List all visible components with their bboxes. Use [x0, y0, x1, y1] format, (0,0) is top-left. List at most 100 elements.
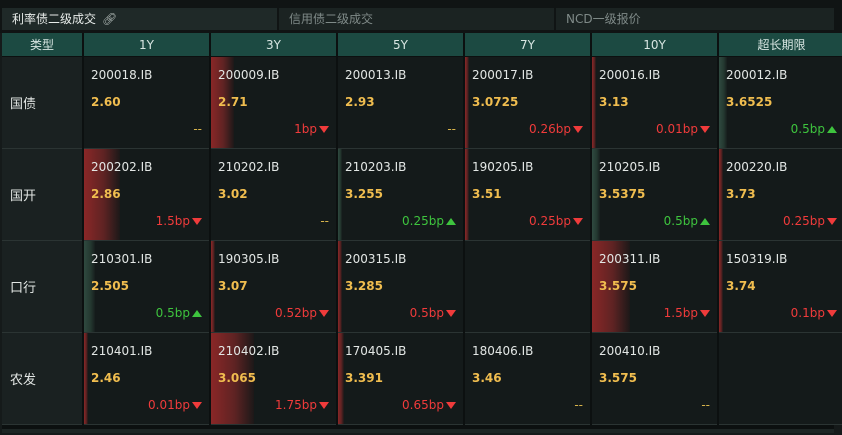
bond-code: 200315.IB [345, 252, 407, 266]
horizontal-scrollbar[interactable] [2, 429, 834, 433]
bond-yield: 2.505 [91, 279, 129, 293]
yield-change: 0.52bp [275, 306, 329, 320]
tab-rate-bond-trades[interactable]: 利率债二级成交 🔗︎ [2, 8, 277, 30]
arrow-down-icon [700, 126, 710, 133]
bond-yield: 3.285 [345, 279, 383, 293]
bond-yield: 3.02 [218, 187, 248, 201]
bond-yield: 2.93 [345, 95, 375, 109]
tab-label: 信用债二级成交 [289, 12, 374, 26]
arrow-up-icon [700, 218, 710, 225]
tab-credit-bond-trades[interactable]: 信用债二级成交 [279, 8, 554, 30]
bond-yield: 3.575 [599, 279, 637, 293]
bond-code: 200009.IB [218, 68, 280, 82]
column-header-ultra-long: 超长期限 [719, 33, 842, 57]
yield-change-value: 0.25bp [783, 214, 825, 228]
bond-code: 210402.IB [218, 344, 280, 358]
bond-cell[interactable]: 210203.IB 3.255 0.25bp [338, 149, 463, 241]
arrow-down-icon [319, 402, 329, 409]
bond-cell[interactable]: 200018.IB 2.60 -- [84, 57, 209, 149]
bond-cell[interactable]: 200009.IB 2.71 1bp [211, 57, 336, 149]
bond-yield: 3.391 [345, 371, 383, 385]
bond-cell[interactable]: 200017.IB 3.0725 0.26bp [465, 57, 590, 149]
arrow-down-icon [319, 126, 329, 133]
bond-cell[interactable]: 210301.IB 2.505 0.5bp [84, 241, 209, 333]
column-header-1y: 1Y [84, 33, 209, 57]
bond-cell[interactable]: 190205.IB 3.51 0.25bp [465, 149, 590, 241]
bond-cell[interactable]: 200202.IB 2.86 1.5bp [84, 149, 209, 241]
yield-change: 0.5bp [664, 214, 710, 228]
yield-change: 0.25bp [783, 214, 837, 228]
yield-change-value: 1.75bp [275, 398, 317, 412]
change-intensity-bar [592, 57, 596, 148]
column-header-5y: 5Y [338, 33, 463, 57]
yield-change: -- [701, 398, 710, 412]
bond-yield: 3.065 [218, 371, 256, 385]
bond-cell[interactable]: 200410.IB 3.575 -- [592, 333, 717, 425]
bond-cell[interactable]: 210202.IB 3.02 -- [211, 149, 336, 241]
bond-cell[interactable]: 200311.IB 3.575 1.5bp [592, 241, 717, 333]
yield-change: 0.25bp [402, 214, 456, 228]
bond-matrix: 类型 1Y 3Y 5Y 7Y 10Y 超长期限 国债 200018.IB 2.60 -… [2, 33, 842, 429]
bond-cell[interactable]: 150319.IB 3.74 0.1bp [719, 241, 842, 333]
link-icon[interactable]: 🔗︎ [102, 8, 117, 30]
bond-cell[interactable]: 210401.IB 2.46 0.01bp [84, 333, 209, 425]
bond-yield: 3.255 [345, 187, 383, 201]
bond-cell[interactable]: 200315.IB 3.285 0.5bp [338, 241, 463, 333]
yield-change-value: 0.26bp [529, 122, 571, 136]
arrow-down-icon [192, 402, 202, 409]
arrow-down-icon [192, 218, 202, 225]
yield-change-value: 0.5bp [409, 306, 444, 320]
bond-code: 200016.IB [599, 68, 661, 82]
bond-cell[interactable]: 200220.IB 3.73 0.25bp [719, 149, 842, 241]
bond-code: 200220.IB [726, 160, 788, 174]
yield-change-value: 1bp [294, 122, 317, 136]
bond-cell[interactable]: 180406.IB 3.46 -- [465, 333, 590, 425]
yield-change-value: 0.1bp [790, 306, 825, 320]
bond-code: 200017.IB [472, 68, 534, 82]
change-intensity-bar [211, 241, 215, 332]
change-intensity-bar [465, 149, 469, 240]
bond-yield: 2.46 [91, 371, 121, 385]
bond-cell[interactable]: 200013.IB 2.93 -- [338, 57, 463, 149]
bond-yield: 3.13 [599, 95, 629, 109]
arrow-up-icon [192, 310, 202, 317]
arrow-down-icon [700, 310, 710, 317]
change-intensity-bar [84, 333, 88, 424]
tab-ncd-quotes[interactable]: NCD一级报价 [556, 8, 834, 30]
row-label: 口行 [2, 241, 82, 333]
bond-cell[interactable]: 210205.IB 3.5375 0.5bp [592, 149, 717, 241]
yield-change: 0.5bp [156, 306, 202, 320]
arrow-down-icon [573, 126, 583, 133]
yield-change: -- [320, 214, 329, 228]
bond-code: 200410.IB [599, 344, 661, 358]
bond-cell [719, 333, 842, 425]
bond-code: 210205.IB [599, 160, 661, 174]
yield-change-value: -- [574, 398, 583, 412]
bond-code: 180406.IB [472, 344, 534, 358]
yield-change: 1.5bp [156, 214, 202, 228]
yield-change-value: 0.52bp [275, 306, 317, 320]
column-header-10y: 10Y [592, 33, 717, 57]
yield-change: 1.5bp [664, 306, 710, 320]
bond-yield: 3.0725 [472, 95, 519, 109]
bond-code: 190205.IB [472, 160, 534, 174]
bond-yield: 3.46 [472, 371, 502, 385]
bond-yield: 2.60 [91, 95, 121, 109]
bond-cell[interactable]: 210402.IB 3.065 1.75bp [211, 333, 336, 425]
yield-change-value: 0.5bp [790, 122, 825, 136]
column-header-type: 类型 [2, 33, 82, 57]
bond-cell[interactable]: 170405.IB 3.391 0.65bp [338, 333, 463, 425]
bond-code: 200311.IB [599, 252, 661, 266]
yield-change-value: 0.65bp [402, 398, 444, 412]
bond-cell[interactable]: 190305.IB 3.07 0.52bp [211, 241, 336, 333]
bond-cell[interactable]: 200012.IB 3.6525 0.5bp [719, 57, 842, 149]
change-intensity-bar [338, 333, 344, 424]
yield-change-value: 0.5bp [155, 306, 190, 320]
bond-cell[interactable]: 200016.IB 3.13 0.01bp [592, 57, 717, 149]
bond-code: 200013.IB [345, 68, 407, 82]
yield-change-value: 1.5bp [155, 214, 190, 228]
yield-change-value: -- [193, 122, 202, 136]
bond-code: 210202.IB [218, 160, 280, 174]
arrow-down-icon [446, 402, 456, 409]
bond-yield: 2.71 [218, 95, 248, 109]
